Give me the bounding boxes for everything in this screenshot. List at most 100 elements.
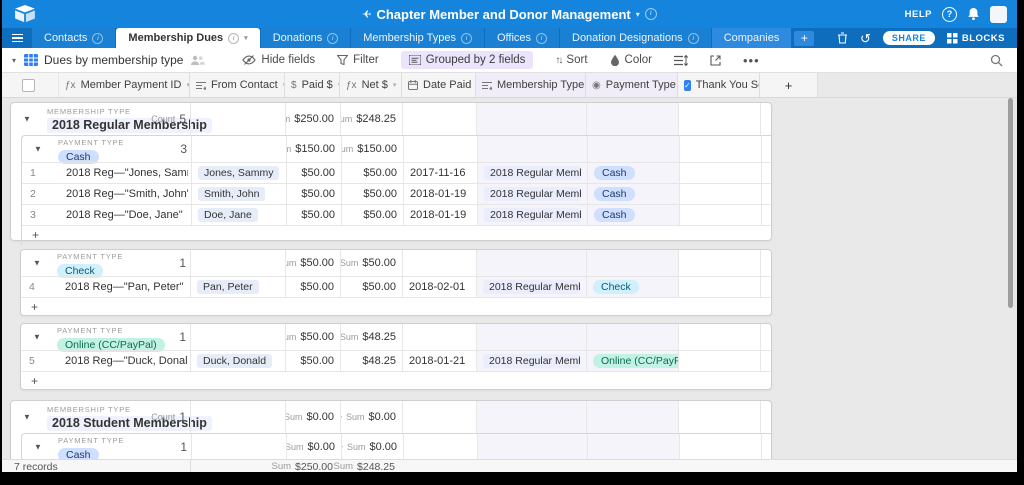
table-row[interactable]: 5 2018 Reg—"Duck, Donald" Duck, Donald $…: [21, 350, 771, 371]
primary-cell[interactable]: 2018 Reg—"Jones, Sammy": [66, 163, 188, 183]
subgroup-net-sum[interactable]: ▾Sum$0.00: [341, 434, 403, 459]
tab-info-icon[interactable]: i: [460, 32, 472, 44]
contact-cell[interactable]: Duck, Donald: [190, 351, 285, 371]
sort-button[interactable]: ↑↓ Sort: [555, 54, 587, 66]
history-icon[interactable]: ↺: [860, 32, 871, 45]
table-row[interactable]: 3 2018 Reg—"Doe, Jane" Doe, Jane $50.00 …: [22, 204, 771, 225]
paid-cell[interactable]: $50.00: [286, 205, 341, 225]
primary-cell[interactable]: 2018 Reg—"Duck, Donald": [65, 351, 187, 371]
thank-you-cell[interactable]: [679, 205, 761, 225]
add-table-button[interactable]: +: [794, 30, 815, 46]
footer-net-sum[interactable]: Sum $248.25: [333, 461, 401, 472]
membership-cell[interactable]: 2018 Regular Membership: [476, 351, 586, 371]
collapse-group-icon[interactable]: ▼: [34, 145, 42, 154]
select-all-checkbox[interactable]: [2, 73, 58, 97]
group-paid-sum[interactable]: ▾Sum$0.00: [285, 401, 340, 433]
date-cell[interactable]: 2018-01-19: [403, 205, 477, 225]
primary-cell[interactable]: 2018 Reg—"Smith, John": [66, 184, 188, 204]
row-number[interactable]: 3: [30, 205, 52, 225]
column-header-thank-you-sent[interactable]: ✓ Thank You Sent?▾: [677, 73, 759, 97]
table-row[interactable]: 1 2018 Reg—"Jones, Sammy" Jones, Sammy $…: [22, 162, 771, 183]
tab-info-icon[interactable]: i: [687, 32, 699, 44]
membership-cell[interactable]: 2018 Regular Membership: [477, 184, 587, 204]
table-row[interactable]: 4 2018 Reg—"Pan, Peter" Pan, Peter $50.0…: [21, 276, 771, 297]
filter-button[interactable]: Filter: [337, 54, 379, 66]
date-cell[interactable]: 2018-01-19: [403, 184, 477, 204]
add-row-button[interactable]: +: [22, 225, 771, 245]
thank-you-cell[interactable]: [678, 277, 760, 297]
group-paid-sum[interactable]: ▾Sum$250.00: [285, 103, 340, 135]
title-caret-icon[interactable]: ▾: [636, 10, 640, 19]
column-header-membership-type[interactable]: Membership Type▾: [475, 73, 585, 97]
contact-cell[interactable]: Pan, Peter: [190, 277, 285, 297]
payment-cell[interactable]: Cash: [587, 205, 679, 225]
column-header-net[interactable]: ƒx Net $ ▾: [339, 73, 401, 97]
column-header-payment-type[interactable]: ◉ Payment Type▾: [585, 73, 677, 97]
collapse-group-icon[interactable]: ▼: [23, 115, 31, 124]
paid-cell[interactable]: $50.00: [286, 163, 341, 183]
vertical-scrollbar[interactable]: [1008, 98, 1013, 308]
row-number[interactable]: 5: [29, 351, 51, 371]
payment-cell[interactable]: Online (CC/PayPal): [586, 351, 678, 371]
thank-you-cell[interactable]: [679, 163, 761, 183]
contact-cell[interactable]: Jones, Sammy: [191, 163, 286, 183]
thank-you-cell[interactable]: [678, 351, 760, 371]
tab-donations[interactable]: Donations i: [260, 28, 351, 48]
tab-caret-icon[interactable]: ▾: [244, 34, 248, 42]
date-cell[interactable]: 2018-02-01: [402, 277, 476, 297]
tab-donation-designations[interactable]: Donation Designations i: [560, 28, 711, 48]
net-cell[interactable]: $50.00: [341, 205, 403, 225]
tab-contacts[interactable]: Contacts i: [32, 28, 116, 48]
title-info-icon[interactable]: i: [644, 8, 657, 20]
payment-cell[interactable]: Cash: [587, 163, 679, 183]
avatar[interactable]: [990, 5, 1007, 23]
column-header-date-paid[interactable]: Date Paid▾: [401, 73, 475, 97]
subgroup-net-sum[interactable]: ▾Sum$150.00: [341, 136, 403, 162]
color-button[interactable]: Color: [610, 54, 652, 66]
group-net-sum[interactable]: ▾Sum$0.00: [340, 401, 402, 433]
tab-info-icon[interactable]: i: [536, 32, 547, 44]
row-number[interactable]: 4: [29, 277, 51, 297]
primary-cell[interactable]: 2018 Reg—"Pan, Peter": [65, 277, 187, 297]
subgroup-paid-sum[interactable]: ▾Sum$50.00: [285, 324, 340, 350]
collapse-group-icon[interactable]: ▼: [33, 333, 41, 342]
tab-info-icon[interactable]: i: [327, 32, 339, 44]
tab-companies[interactable]: Companies: [711, 28, 792, 48]
membership-cell[interactable]: 2018 Regular Membership: [476, 277, 586, 297]
primary-cell[interactable]: 2018 Reg—"Doe, Jane": [66, 205, 188, 225]
tab-info-icon[interactable]: i: [92, 32, 104, 44]
payment-cell[interactable]: Check: [586, 277, 678, 297]
paid-cell[interactable]: $50.00: [285, 277, 340, 297]
add-row-button[interactable]: +: [21, 297, 771, 317]
date-cell[interactable]: 2018-01-21: [402, 351, 476, 371]
subgroup-paid-sum[interactable]: ▾Sum$150.00: [286, 136, 341, 162]
column-header-member-payment-id[interactable]: ƒx Member Payment ID▾: [58, 73, 189, 97]
row-number[interactable]: 1: [30, 163, 52, 183]
more-options-button[interactable]: •••: [743, 53, 760, 68]
subgroup-header[interactable]: ▼ PAYMENT TYPE Online (CC/PayPal) 1 ▾Sum…: [21, 324, 771, 352]
subgroup-header[interactable]: ▼ PAYMENT TYPE Cash 3 ▾Sum$150.00 ▾Sum$1…: [22, 136, 771, 164]
collaborators-icon[interactable]: [190, 55, 206, 66]
collapse-group-icon[interactable]: ▼: [34, 443, 42, 452]
hide-fields-button[interactable]: Hide fields: [242, 54, 315, 66]
subgroup-net-sum[interactable]: ▾Sum$50.00: [340, 250, 402, 276]
trash-icon[interactable]: [837, 32, 848, 44]
airtable-logo-icon[interactable]: [14, 5, 36, 23]
footer-paid-sum[interactable]: Sum $250.00: [266, 461, 339, 472]
thank-you-cell[interactable]: [679, 184, 761, 204]
subgroup-paid-sum[interactable]: ▾Sum$50.00: [285, 250, 340, 276]
membership-cell[interactable]: 2018 Regular Membership: [477, 163, 587, 183]
blocks-button[interactable]: BLOCKS: [946, 32, 1005, 44]
group-header[interactable]: ▼ MEMBERSHIP TYPE 2018 Regular Membershi…: [11, 103, 771, 135]
date-cell[interactable]: 2017-11-16: [403, 163, 477, 183]
net-cell[interactable]: $50.00: [340, 277, 402, 297]
subgroup-header[interactable]: ▼ PAYMENT TYPE Check 1 ▾Sum$50.00 ▾Sum$5…: [21, 250, 771, 278]
add-row-button[interactable]: +: [21, 371, 771, 391]
hamburger-menu-icon[interactable]: [2, 28, 32, 48]
share-button[interactable]: SHARE: [882, 31, 935, 45]
paid-cell[interactable]: $50.00: [285, 351, 340, 371]
contact-cell[interactable]: Smith, John: [191, 184, 286, 204]
column-header-paid[interactable]: $ Paid $▾: [284, 73, 339, 97]
column-header-from-contact[interactable]: From Contact▾: [189, 73, 284, 97]
group-net-sum[interactable]: ▾Sum$248.25: [340, 103, 402, 135]
